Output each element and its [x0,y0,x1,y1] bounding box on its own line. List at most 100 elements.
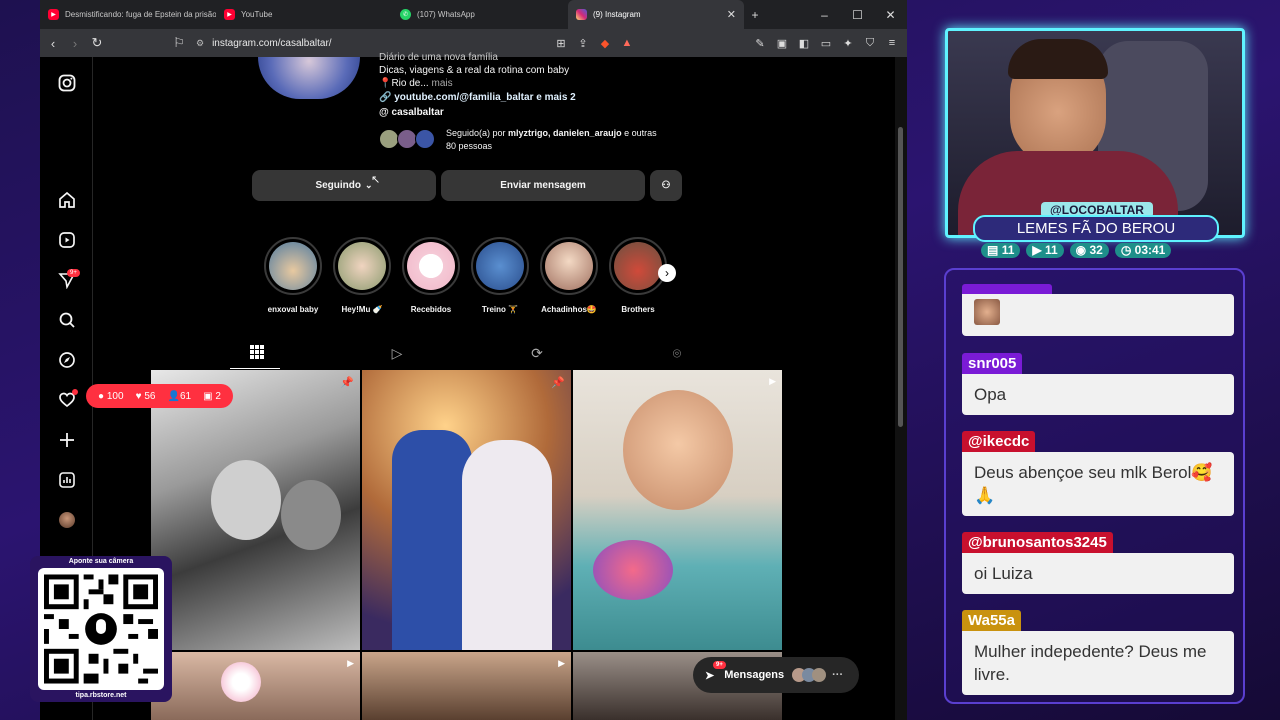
highlight-recebidos[interactable]: Recebidos [396,237,466,314]
threads-link[interactable]: @ casalbaltar [379,107,444,118]
post-subject [211,460,281,540]
highlight-cover [614,242,662,290]
reposts-tab-icon[interactable]: ⟳ [528,345,546,363]
bio-location: 📍Rio de... [379,78,429,89]
back-icon[interactable]: ‹ [42,36,64,51]
heart-icon[interactable] [56,389,78,411]
send-message-button[interactable]: Enviar mensagem [441,170,645,201]
comments-count: 100 [106,390,124,402]
home-icon[interactable] [56,189,78,211]
bio-more-link[interactable]: mais [431,78,452,89]
highlight-hey-mu[interactable]: Hey!Mu 🍼 [327,237,397,314]
reels-icon[interactable] [56,229,78,251]
posts-grid-icon[interactable] [248,345,266,363]
qr-code [38,568,164,690]
threads-icon: @ [379,107,389,118]
following-button[interactable]: Seguindo ⌄ [252,170,436,201]
followed-count: 80 pessoas [446,141,493,151]
close-tab-icon[interactable]: ✕ [719,8,736,21]
uptime-counter: ◷ 03:41 [1114,243,1172,258]
threads-handle: casalbaltar [391,107,444,118]
url-field[interactable]: ⚙ instagram.com/casalbaltar/ [190,33,550,53]
url-text: instagram.com/casalbaltar/ [212,37,332,49]
sidebar-toggle-icon[interactable]: ◧ [793,37,815,50]
post-baby[interactable]: ▶ [573,370,782,650]
tab-youtube[interactable]: ▶ YouTube [216,0,392,29]
share-icon[interactable]: ⇪ [572,37,594,50]
avatar [812,668,827,682]
instagram-logo-icon[interactable] [56,72,78,94]
page-scrollbar[interactable] [895,57,907,720]
post-family[interactable]: ▶ [362,652,571,720]
screenshot-icon[interactable]: ▣ [771,37,793,50]
highlight-cover [476,242,524,290]
install-icon[interactable]: ⊞ [550,37,572,50]
messages-pill[interactable]: ➤ 9+ Mensagens ··· [693,657,859,693]
comments-stat: ● 100 [98,391,124,402]
streamer-hair [1008,39,1108,79]
followed-by-text[interactable]: Seguido(a) por mlyztrigo, danielen_arauj… [446,128,657,138]
pin-icon: 📌 [551,377,565,389]
forward-icon[interactable]: › [64,36,86,51]
tab-title: (9) Instagram [593,10,641,19]
post-wedding[interactable]: 📌 [362,370,571,650]
viewers-count: 32 [1089,243,1103,257]
heart-icon: ♥ [135,390,142,402]
highlight-cover [338,242,386,290]
highlight-achadinhos[interactable]: Achadinhos🤩 [534,237,604,314]
post-baby-pacifier[interactable]: ▶ [151,652,360,720]
post-subject [281,480,341,550]
more-icon[interactable]: ··· [832,669,843,681]
highlight-label: enxoval baby [267,305,319,314]
avatar [415,129,435,149]
youtube-count: 11 [1044,243,1058,257]
wallet-icon[interactable]: ▭ [815,37,837,50]
vpn-icon[interactable]: ⛉ [859,37,881,50]
brave-shield-icon[interactable]: ◆ [594,37,616,50]
mouse-cursor-icon: ↖ [371,174,381,186]
reload-icon[interactable]: ↻ [86,35,108,51]
chat-username: @brunosantos3245 [962,532,1113,553]
highlights-next-button[interactable]: › [658,264,676,282]
new-tab-icon[interactable]: + [744,8,766,22]
tagged-tab-icon[interactable]: ⌾ [668,345,686,363]
followed-names: mlyztrigo, danielen_araujo [508,128,622,138]
tab-youtube-epstein[interactable]: ▶ Desmistificando: fuga de Epstein da pr… [40,0,216,29]
avatar [397,129,417,149]
youtube-icon: ▶ [1032,243,1042,257]
tab-instagram[interactable]: (9) Instagram ✕ [568,0,744,29]
tab-whatsapp[interactable]: ✆ (107) WhatsApp [392,0,568,29]
brave-rewards-icon[interactable]: ▲ [616,37,638,49]
reels-tab-icon[interactable]: ▷ [388,345,406,363]
chat-text: Opa [962,374,1234,415]
scrollbar-thumb[interactable] [898,127,903,427]
person-icon: 👤 [167,390,180,402]
link-text: youtube.com/@familia_baltar e mais 2 [394,92,576,103]
highlight-treino[interactable]: Treino 🏋 [465,237,535,314]
chat-count: 11 [1001,243,1015,257]
id-card-icon: ▣ [203,390,213,402]
tab-title: (107) WhatsApp [417,10,475,19]
maximize-icon[interactable]: ☐ [841,8,874,22]
post-couple-bw[interactable]: 📌 [151,370,360,650]
chat-username: @ikecdc [962,431,1036,452]
site-settings-icon[interactable]: ⚙ [196,38,204,49]
dashboard-icon[interactable] [56,469,78,491]
create-icon[interactable] [56,429,78,451]
close-window-icon[interactable]: ✕ [874,8,907,22]
profile-avatar-icon[interactable] [56,509,78,531]
explore-icon[interactable] [56,349,78,371]
external-link[interactable]: 🔗 youtube.com/@familia_baltar e mais 2 [379,92,576,103]
bookmark-icon[interactable]: ⚐ [168,35,190,51]
menu-icon[interactable]: ≡ [881,37,903,49]
extensions-icon[interactable]: ✎ [749,37,771,50]
highlight-enxoval-baby[interactable]: enxoval baby [258,237,328,314]
search-icon[interactable] [56,309,78,331]
minimize-icon[interactable]: – [808,8,841,22]
suggest-users-button[interactable]: ⚇ [650,170,682,201]
profile-picture[interactable] [258,57,360,99]
tab-bar: ▶ Desmistificando: fuga de Epstein da pr… [40,0,907,29]
stream-stats-bar: ● 100 ♥ 56 👤61 ▣ 2 [86,384,233,408]
leo-icon[interactable]: ✦ [837,37,859,50]
qr-panel: Aponte sua câmera tipa.rbstore.net [30,556,172,702]
